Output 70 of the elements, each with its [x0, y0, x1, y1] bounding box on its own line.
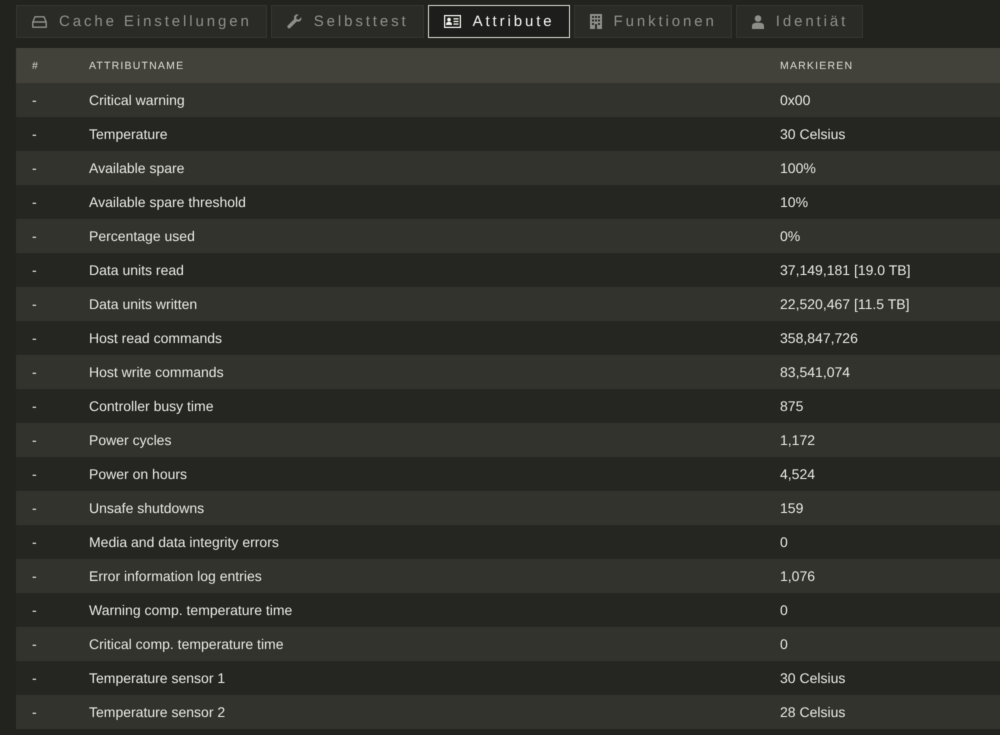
table-cell: Available spare	[89, 160, 184, 176]
wrench-icon	[286, 14, 302, 29]
table-cell: 22,520,467 [11.5 TB]	[780, 296, 910, 312]
table-cell: Temperature sensor 1	[89, 670, 226, 686]
table-cell: -	[32, 704, 37, 720]
table-cell: 0	[780, 602, 788, 618]
table-cell: Unsafe shutdowns	[89, 500, 204, 516]
table-cell: -	[32, 364, 37, 380]
table-cell: Power on hours	[89, 466, 188, 482]
table-cell: Data units written	[89, 296, 198, 312]
table-cell: Power cycles	[89, 432, 172, 448]
table-cell: Critical comp. temperature time	[89, 636, 284, 652]
table-cell: 30 Celsius	[780, 670, 846, 686]
table-cell: 875	[780, 398, 804, 414]
tab[interactable]: Selbsttest	[270, 5, 424, 38]
table-cell: Available spare threshold	[89, 194, 246, 210]
table-cell: -	[32, 500, 37, 516]
tab[interactable]: Identiät	[736, 5, 864, 38]
table-cell: -	[32, 432, 37, 448]
table-cell: -	[32, 92, 37, 108]
table-cell: Error information log entries	[89, 568, 262, 584]
table-cell: -	[32, 602, 37, 618]
table-cell: 0	[780, 636, 788, 652]
table-cell: Critical warning	[89, 92, 185, 108]
column-header: MARKIEREN	[780, 60, 854, 72]
table-cell: -	[32, 330, 37, 346]
table-cell: 10%	[780, 194, 808, 210]
table-cell: 37,149,181 [19.0 TB]	[780, 262, 911, 278]
table-cell: 28 Celsius	[780, 704, 846, 720]
table-cell: 159	[780, 500, 804, 516]
table-cell: Data units read	[89, 262, 184, 278]
table-cell: 100%	[780, 160, 816, 176]
building-icon	[590, 14, 602, 29]
tab[interactable]: Funktionen	[574, 5, 732, 38]
table-cell: 30 Celsius	[780, 126, 846, 142]
table-cell: Host write commands	[89, 364, 224, 380]
table-cell: Temperature	[89, 126, 168, 142]
id-card-icon	[444, 15, 461, 28]
table-cell: -	[32, 296, 37, 312]
table-cell: -	[32, 262, 37, 278]
table-cell: 0	[780, 534, 788, 550]
table-cell: -	[32, 194, 37, 210]
column-header: #	[32, 60, 40, 72]
table-cell: Host read commands	[89, 330, 222, 346]
tab[interactable]: Cache Einstellungen	[16, 5, 267, 38]
table-cell: -	[32, 228, 37, 244]
table-cell: -	[32, 398, 37, 414]
table-cell: Percentage used	[89, 228, 195, 244]
table-cell: -	[32, 568, 37, 584]
table-cell: -	[32, 636, 37, 652]
table-cell: Warning comp. temperature time	[89, 602, 292, 618]
table-cell: -	[32, 160, 37, 176]
table-cell: -	[32, 466, 37, 482]
table-cell: 358,847,726	[780, 330, 858, 346]
table-cell: 1,076	[780, 568, 816, 584]
table-cell: 0x00	[780, 92, 810, 108]
table-cell: 0%	[780, 228, 800, 244]
table-cell: 4,524	[780, 466, 816, 482]
table-cell: 1,172	[780, 432, 816, 448]
user-icon	[752, 14, 764, 28]
table-cell: -	[32, 126, 37, 142]
table-cell: Temperature sensor 2	[89, 704, 226, 720]
drive-icon	[32, 16, 47, 28]
table-cell: 83,541,074	[780, 364, 850, 380]
table-cell: -	[32, 534, 37, 550]
tab[interactable]: Attribute	[428, 5, 570, 38]
table-cell: Media and data integrity errors	[89, 534, 279, 550]
table-cell: -	[32, 670, 37, 686]
table-cell: Controller busy time	[89, 398, 214, 414]
column-header: ATTRIBUTNAME	[89, 60, 184, 72]
